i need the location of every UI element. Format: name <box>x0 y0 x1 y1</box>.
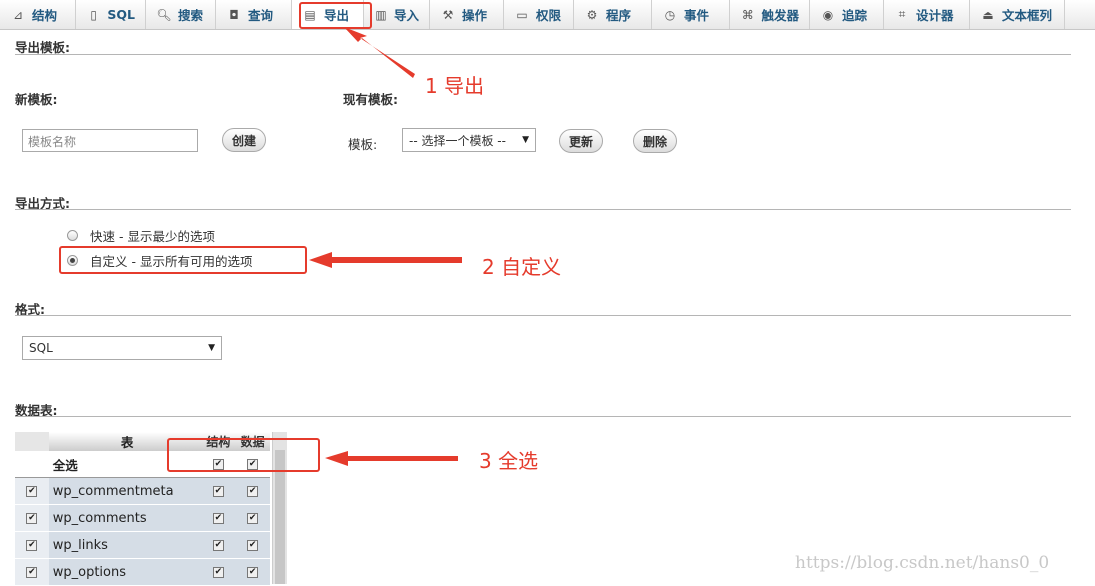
annotation-box-custom <box>59 246 307 274</box>
watermark: https://blog.csdn.net/hans0_0 <box>795 553 1050 573</box>
annotation-3: 3 全选 <box>479 449 539 473</box>
arrow-select-all <box>325 451 458 466</box>
annotation-arrows <box>309 27 462 466</box>
arrow-custom <box>309 252 462 268</box>
annotation-1: 1 导出 <box>425 74 485 98</box>
arrow-export <box>344 27 415 78</box>
annotation-box-select-all <box>167 438 320 472</box>
annotation-2: 2 自定义 <box>482 255 562 279</box>
